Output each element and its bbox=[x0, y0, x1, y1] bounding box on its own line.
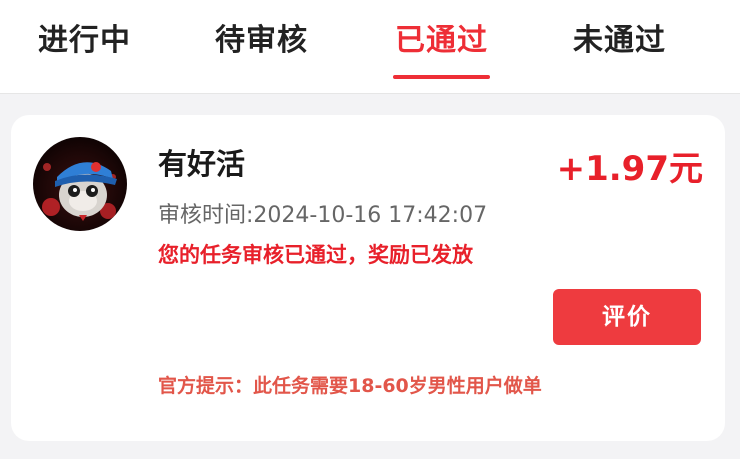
tab-pending-review[interactable]: 待审核 bbox=[215, 18, 308, 78]
tab-approved[interactable]: 已通过 bbox=[393, 18, 490, 79]
avatar bbox=[33, 137, 127, 231]
tab-bar: 进行中 待审核 已通过 未通过 bbox=[0, 0, 740, 94]
tab-label: 待审核 bbox=[215, 23, 308, 58]
task-title: 有好活 bbox=[158, 147, 246, 181]
rate-button[interactable]: 评价 bbox=[553, 289, 701, 345]
task-card[interactable]: 有好活 +1.97元 审核时间:2024-10-16 17:42:07 您的任务… bbox=[11, 115, 725, 441]
official-note: 官方提示：此任务需要18-60岁男性用户做单 bbox=[158, 375, 542, 397]
avatar-icon bbox=[33, 137, 127, 231]
tab-rejected[interactable]: 未通过 bbox=[573, 18, 666, 78]
tab-in-progress[interactable]: 进行中 bbox=[38, 18, 131, 78]
tab-label: 进行中 bbox=[38, 23, 131, 58]
status-message: 您的任务审核已通过，奖励已发放 bbox=[158, 243, 473, 267]
active-tab-indicator bbox=[393, 75, 490, 79]
reward-amount: +1.97元 bbox=[556, 149, 703, 189]
tab-label: 未通过 bbox=[573, 23, 666, 58]
review-time: 审核时间:2024-10-16 17:42:07 bbox=[158, 203, 488, 228]
tab-label: 已通过 bbox=[395, 23, 488, 58]
